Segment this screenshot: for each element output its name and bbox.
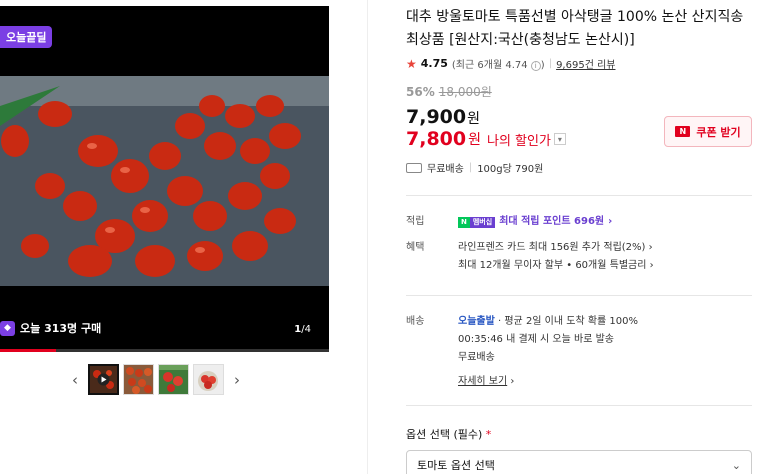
shipping-row: 무료배송 | 100g당 790원	[406, 160, 752, 175]
thumb-4[interactable]	[193, 364, 224, 395]
thumb-prev-icon[interactable]: ‹	[66, 365, 84, 395]
benefit-row: 혜택 라인프렌즈 카드 최대 156원 추가 적립(2%) › 최대 12개월 …	[406, 239, 752, 275]
thumb-2[interactable]	[123, 364, 154, 395]
deal-badge: 오늘끝딜	[0, 26, 53, 48]
star-icon: ★	[406, 56, 417, 71]
coupon-label: 쿠폰 받기	[696, 125, 741, 139]
column-divider	[367, 0, 368, 474]
divider-3	[406, 405, 752, 406]
truck-icon	[406, 162, 422, 173]
review-link[interactable]: 9,695건 리뷰	[556, 56, 615, 71]
shipping-separator: |	[468, 162, 473, 173]
required-mark: *	[485, 428, 492, 441]
product-page: 오늘끝딜 ◆ 오늘 313명 구매 1/4 ‹ › 대추 방울토마토 특품선별 …	[0, 0, 758, 474]
delivery-free: 무료배송	[458, 352, 495, 363]
product-title: 대추 방울토마토 특품선별 아삭탱글 100% 논산 산지직송 최상품 [원산지…	[406, 9, 744, 48]
coupon-icon: N	[675, 126, 691, 137]
thumb-video-image	[90, 366, 117, 393]
option-label: 옵션 선택 (필수) *	[406, 426, 752, 442]
point-link[interactable]: N 멤버십 최대 적립 포인트 696원 ›	[458, 213, 612, 231]
pager-total: /4	[301, 324, 311, 335]
media-pager: 1/4	[294, 324, 311, 335]
rating-recent-text: (최근 6개월 4.74	[451, 60, 528, 71]
divider-1	[406, 195, 752, 196]
npay-membership-icon: N 멤버십	[458, 216, 496, 228]
tomato-photo	[0, 76, 329, 352]
thumbnail-strip: ‹ ›	[66, 364, 246, 395]
delivery-countdown: 00:35:46 내 결제 시 오늘 바로 발송	[458, 334, 614, 345]
divider-2	[406, 295, 752, 296]
rating-row: ★ 4.75 (최근 6개월 4.74 i) | 9,695건 리뷰	[406, 56, 752, 71]
thumb-video[interactable]	[88, 364, 119, 395]
rating-recent-close: )	[540, 60, 545, 71]
npay-m: 멤버십	[469, 216, 496, 228]
benefit-2-text: 최대 12개월 무이자 할부 • 60개월 특별금리	[458, 260, 647, 271]
bag-icon: ◆	[0, 320, 15, 336]
my-price-value: 7,800	[406, 128, 467, 150]
option-select[interactable]: 토마토 옵션 선택 ⌄	[406, 450, 752, 474]
benefit-item-2[interactable]: 최대 12개월 무이자 할부 • 60개월 특별금리 ›	[458, 257, 654, 275]
delivery-detail: 오늘출발 · 평균 2일 이내 도착 확률 100% 00:35:46 내 결제…	[458, 313, 638, 391]
chevron-right-icon: ›	[649, 260, 654, 271]
option-label-text: 옵션 선택 (필수)	[406, 428, 483, 441]
delivery-line-1: 오늘출발 · 평균 2일 이내 도착 확률 100%	[458, 316, 639, 327]
chevron-down-icon[interactable]: ▾	[553, 133, 566, 145]
unit-price: 100g당 790원	[477, 164, 544, 175]
benefit-1-text: 라인프렌즈 카드 최대 156원 추가 적립(2%)	[458, 242, 646, 253]
shipping-text: 무료배송	[427, 164, 464, 175]
delivery-key: 배송	[406, 316, 425, 327]
rating-score: 4.75	[420, 57, 448, 70]
npay-n: N	[458, 216, 470, 228]
point-row: 적립 N 멤버십 최대 적립 포인트 696원 ›	[406, 213, 752, 231]
today-ship: 오늘출발	[458, 316, 495, 327]
rating-recent: (최근 6개월 4.74 i)	[452, 56, 545, 71]
benefit-item-1[interactable]: 라인프렌즈 카드 최대 156원 추가 적립(2%) ›	[458, 239, 654, 257]
chevron-right-icon: ›	[510, 376, 515, 387]
my-price-unit: 원	[468, 132, 481, 148]
product-media[interactable]: 오늘끝딜 ◆ 오늘 313명 구매 1/4	[0, 6, 329, 352]
arrival-text: 평균 2일 이내 도착 확률 100%	[504, 316, 639, 327]
media-progress	[0, 349, 329, 352]
thumb-4-image	[194, 365, 223, 394]
chevron-right-icon: ›	[648, 242, 653, 253]
rating-separator: |	[548, 58, 553, 69]
delivery-more-link[interactable]: 자세히 보기	[458, 376, 507, 387]
chevron-right-icon: ›	[608, 216, 613, 227]
sale-price-value: 7,900	[406, 106, 467, 128]
delivery-row: 배송 오늘출발 · 평균 2일 이내 도착 확률 100% 00:35:46 내…	[406, 313, 752, 391]
original-price-row: 56% 18,000원	[406, 83, 752, 100]
benefit-key: 혜택	[406, 242, 425, 253]
chevron-down-icon: ⌄	[731, 458, 741, 472]
option-select-value: 토마토 옵션 선택	[417, 459, 495, 472]
thumb-3-image	[159, 365, 188, 394]
point-key: 적립	[406, 216, 425, 227]
info-icon[interactable]: i	[530, 61, 541, 71]
point-text: 최대 적립 포인트 696원	[499, 216, 605, 227]
original-price: 18,000원	[438, 85, 492, 99]
thumb-2-image	[124, 365, 153, 394]
delivery-more[interactable]: 자세히 보기 ›	[458, 373, 638, 391]
thumb-next-icon[interactable]: ›	[228, 365, 246, 395]
purchase-count-text: 오늘 313명 구매	[20, 322, 102, 335]
sale-price-unit: 원	[467, 111, 480, 127]
media-progress-fill	[0, 349, 56, 352]
purchase-count: ◆ 오늘 313명 구매	[0, 320, 101, 336]
my-price-label: 나의 할인가	[487, 133, 551, 149]
coupon-button[interactable]: N 쿠폰 받기	[664, 116, 752, 147]
product-info: 대추 방울토마토 특품선별 아삭탱글 100% 논산 산지직송 최상품 [원산지…	[406, 0, 752, 474]
benefit-list: 라인프렌즈 카드 최대 156원 추가 적립(2%) › 최대 12개월 무이자…	[458, 239, 654, 275]
discount-rate: 56%	[406, 85, 435, 99]
thumb-3[interactable]	[158, 364, 189, 395]
